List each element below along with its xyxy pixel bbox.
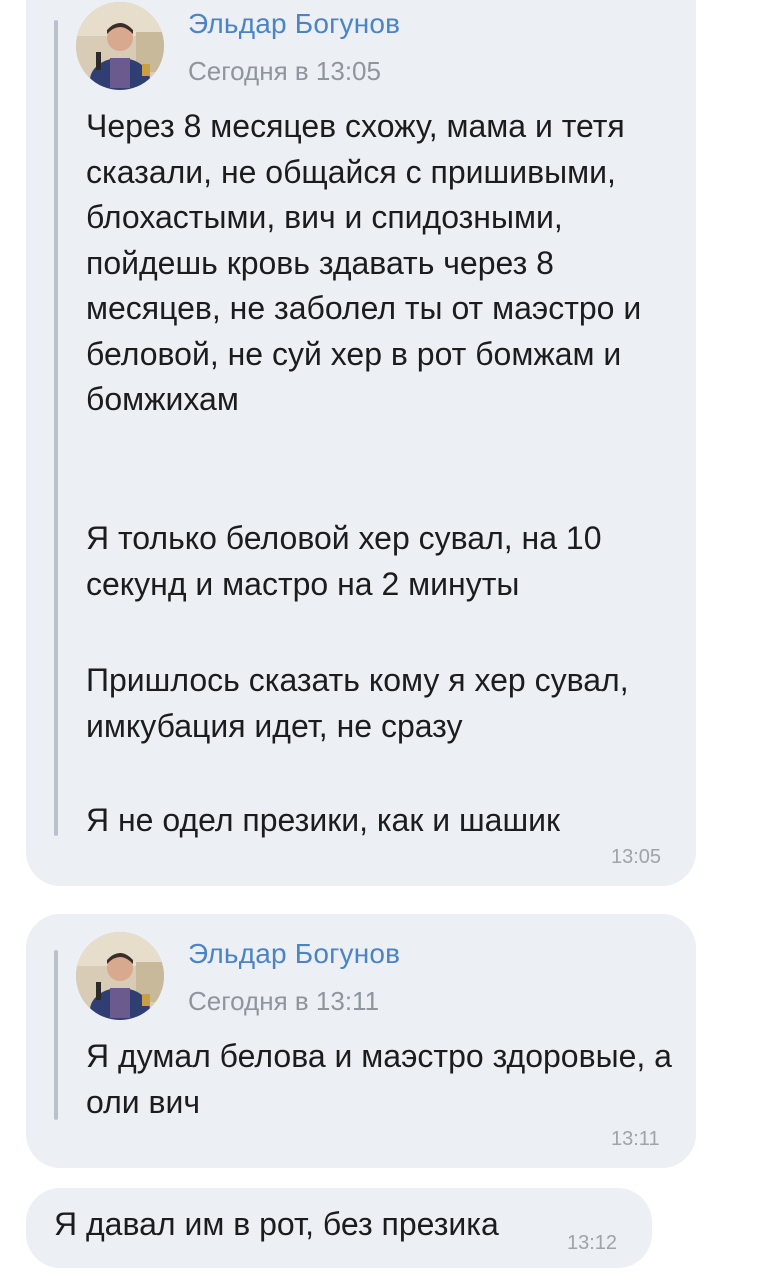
chat-screen: Эльдар Богунов Сегодня в 13:05 Через 8 м…	[0, 0, 764, 1280]
message-paragraph: Я только беловой хер сувал, на 10 секунд…	[86, 520, 602, 602]
message-time: 13:11	[611, 1128, 660, 1150]
message-time: 13:05	[611, 846, 662, 868]
message-text: Я давал им в рот, без презика	[54, 1206, 499, 1242]
author-name[interactable]: Эльдар Богунов	[188, 8, 400, 40]
avatar-photo-icon	[76, 2, 164, 90]
message-time: 13:12	[567, 1232, 618, 1254]
author-avatar[interactable]	[76, 2, 164, 90]
forwarded-quote-bar	[54, 20, 58, 836]
forward-date: Сегодня в 13:05	[188, 56, 381, 86]
forward-date: Сегодня в 13:11	[188, 986, 380, 1016]
message-paragraph: Пришлось сказать кому я хер сувал, имкуб…	[86, 662, 629, 744]
author-avatar[interactable]	[76, 932, 164, 1020]
message-text: Я думал белова и маэстро здоровые, а оли…	[86, 1038, 672, 1120]
avatar-photo-icon	[76, 932, 164, 1020]
message-paragraph: Через 8 месяцев схожу, мама и тетя сказа…	[86, 108, 642, 417]
author-name[interactable]: Эльдар Богунов	[188, 938, 400, 970]
forwarded-quote-bar	[54, 950, 58, 1120]
message-paragraph: Я не одел презики, как и шашик	[86, 802, 561, 838]
